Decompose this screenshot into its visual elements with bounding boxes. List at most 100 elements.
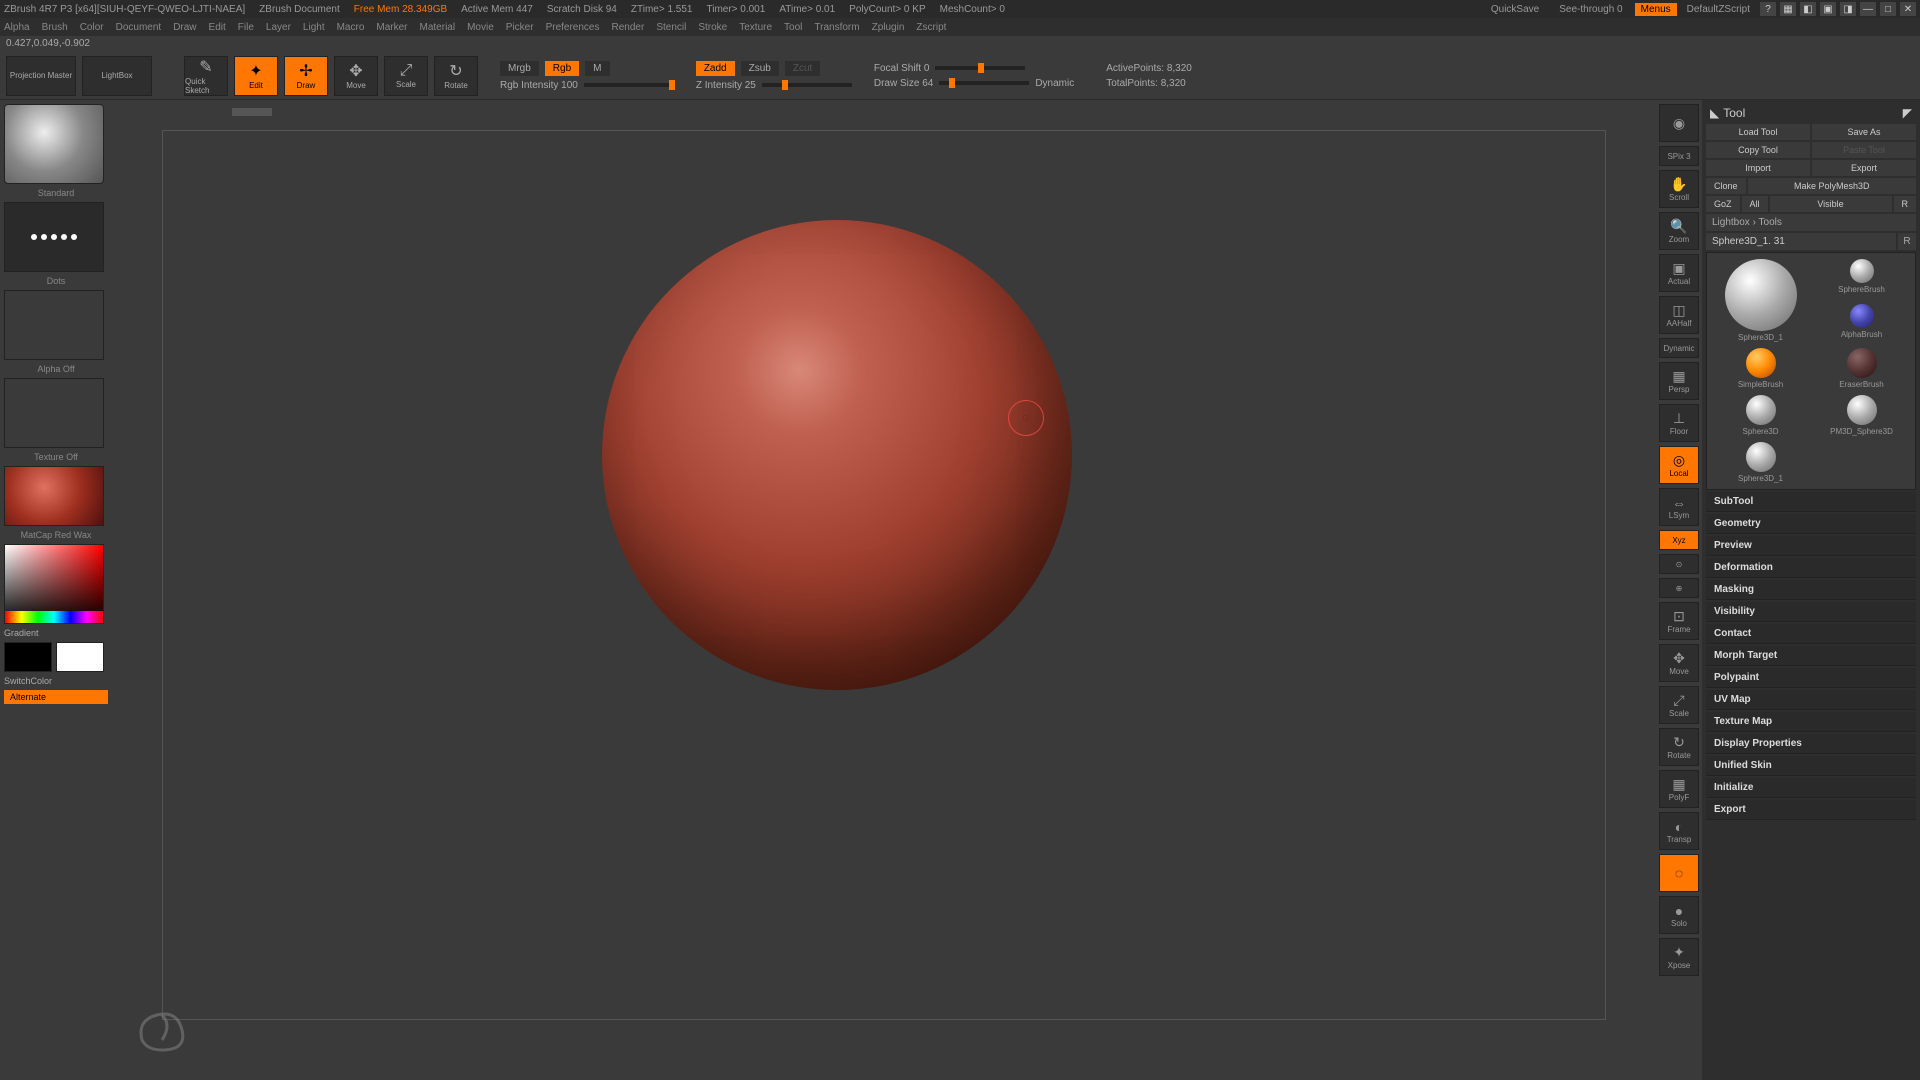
draw-size-label[interactable]: Draw Size 64 (874, 78, 933, 89)
hue-strip[interactable] (5, 611, 103, 623)
section-display-properties[interactable]: Display Properties (1706, 734, 1916, 754)
floor-button[interactable]: ⊥Floor (1659, 404, 1699, 442)
gradient-button[interactable]: Gradient (4, 628, 108, 638)
goz-button[interactable]: GoZ (1706, 196, 1740, 212)
all-button[interactable]: All (1742, 196, 1768, 212)
seethrough-slider[interactable]: See-through 0 (1551, 3, 1630, 16)
brush-preview[interactable] (4, 104, 104, 184)
frame-button[interactable]: ⊡Frame (1659, 602, 1699, 640)
menu-tool[interactable]: Tool (784, 22, 802, 33)
zadd-button[interactable]: Zadd (696, 61, 735, 76)
xyz-button[interactable]: Xyz (1659, 530, 1699, 550)
copy-tool-button[interactable]: Copy Tool (1706, 142, 1810, 158)
color-picker[interactable] (4, 544, 104, 624)
rgb-intensity-slider[interactable] (584, 83, 674, 87)
r-button[interactable]: R (1894, 196, 1917, 212)
collapse-icon[interactable]: ◤ (1903, 106, 1912, 120)
transp-button[interactable]: ◐Transp (1659, 812, 1699, 850)
rotate-button[interactable]: ↻Rotate (434, 56, 478, 96)
export-button[interactable]: Export (1812, 160, 1916, 176)
minimize-icon[interactable]: — (1860, 2, 1876, 16)
xpose-button[interactable]: ✦Xpose (1659, 938, 1699, 976)
section-subtool[interactable]: SubTool (1706, 492, 1916, 512)
bpr-button[interactable]: ◉ (1659, 104, 1699, 142)
ui-icon[interactable]: ▦ (1780, 2, 1796, 16)
stroke-preview[interactable] (4, 202, 104, 272)
section-unified-skin[interactable]: Unified Skin (1706, 756, 1916, 776)
close-icon[interactable]: ✕ (1900, 2, 1916, 16)
section-contact[interactable]: Contact (1706, 624, 1916, 644)
section-preview[interactable]: Preview (1706, 536, 1916, 556)
import-button[interactable]: Import (1706, 160, 1810, 176)
move-button[interactable]: ✥Move (334, 56, 378, 96)
layout-icon[interactable]: ▣ (1820, 2, 1836, 16)
canvas[interactable] (112, 100, 1656, 1080)
menu-alpha[interactable]: Alpha (4, 22, 30, 33)
menu-marker[interactable]: Marker (376, 22, 407, 33)
tool-item-sphere3d-1b[interactable]: Sphere3D_1 (1713, 442, 1808, 483)
polyf-button[interactable]: ▦PolyF (1659, 770, 1699, 808)
tool-item-pm3d[interactable]: PM3D_Sphere3D (1814, 395, 1909, 436)
menu-transform[interactable]: Transform (814, 22, 859, 33)
section-visibility[interactable]: Visibility (1706, 602, 1916, 622)
dynamic-label[interactable]: Dynamic (1035, 78, 1074, 89)
make-polymesh-button[interactable]: Make PolyMesh3D (1748, 178, 1916, 194)
persp-button[interactable]: ▦Persp (1659, 362, 1699, 400)
alpha-preview[interactable] (4, 290, 104, 360)
edit-button[interactable]: ✦Edit (234, 56, 278, 96)
paste-tool-button[interactable]: Paste Tool (1812, 142, 1916, 158)
scroll-button[interactable]: ✋Scroll (1659, 170, 1699, 208)
tool-item-alphabrush[interactable]: AlphaBrush (1814, 304, 1909, 343)
sphere-model[interactable] (602, 220, 1072, 690)
menu-render[interactable]: Render (612, 22, 645, 33)
lightbox-button[interactable]: LightBox (82, 56, 152, 96)
draw-button[interactable]: ✢Draw (284, 56, 328, 96)
scale-nav-button[interactable]: ⤢Scale (1659, 686, 1699, 724)
texture-preview[interactable] (4, 378, 104, 448)
dock-icon[interactable]: ◨ (1840, 2, 1856, 16)
rgb-intensity-label[interactable]: Rgb Intensity 100 (500, 80, 578, 91)
menus-toggle[interactable]: Menus (1635, 3, 1677, 16)
menu-macro[interactable]: Macro (337, 22, 365, 33)
material-preview[interactable] (4, 466, 104, 526)
zoom-button[interactable]: 🔍Zoom (1659, 212, 1699, 250)
tool-item-sphere3d-1[interactable]: Sphere3D_1 (1713, 259, 1808, 342)
save-as-button[interactable]: Save As (1812, 124, 1916, 140)
dynamic-button[interactable]: Dynamic (1659, 338, 1699, 358)
y-button[interactable]: ⊙ (1659, 554, 1699, 574)
scroll-indicator[interactable] (232, 108, 272, 116)
local-button[interactable]: ◎Local (1659, 446, 1699, 484)
section-export[interactable]: Export (1706, 800, 1916, 820)
focal-shift-slider[interactable] (935, 66, 1025, 70)
focal-shift-label[interactable]: Focal Shift 0 (874, 63, 930, 74)
projection-master-button[interactable]: Projection Master (6, 56, 76, 96)
section-initialize[interactable]: Initialize (1706, 778, 1916, 798)
alternate-button[interactable]: Alternate (4, 690, 108, 704)
tool-name-field[interactable]: Sphere3D_1. 31 (1706, 233, 1896, 250)
menu-picker[interactable]: Picker (506, 22, 534, 33)
scale-button[interactable]: ⤢Scale (384, 56, 428, 96)
mrgb-button[interactable]: Mrgb (500, 61, 539, 76)
menu-texture[interactable]: Texture (739, 22, 772, 33)
zcut-button[interactable]: Zcut (785, 61, 820, 76)
menu-document[interactable]: Document (116, 22, 162, 33)
m-button[interactable]: M (585, 61, 609, 76)
menu-preferences[interactable]: Preferences (546, 22, 600, 33)
menu-draw[interactable]: Draw (173, 22, 196, 33)
section-masking[interactable]: Masking (1706, 580, 1916, 600)
swatch-white[interactable] (56, 642, 104, 672)
actual-button[interactable]: ▣Actual (1659, 254, 1699, 292)
menu-movie[interactable]: Movie (467, 22, 494, 33)
tool-item-sphere3d[interactable]: Sphere3D (1713, 395, 1808, 436)
section-texture-map[interactable]: Texture Map (1706, 712, 1916, 732)
menu-file[interactable]: File (238, 22, 254, 33)
draw-size-slider[interactable] (939, 81, 1029, 85)
menu-edit[interactable]: Edit (209, 22, 226, 33)
lsym-button[interactable]: ⇔LSym (1659, 488, 1699, 526)
z-intensity-label[interactable]: Z Intensity 25 (696, 80, 756, 91)
z-button[interactable]: ⊕ (1659, 578, 1699, 598)
color-icon[interactable]: ◧ (1800, 2, 1816, 16)
section-deformation[interactable]: Deformation (1706, 558, 1916, 578)
menu-zscript[interactable]: Zscript (916, 22, 946, 33)
z-intensity-slider[interactable] (762, 83, 852, 87)
